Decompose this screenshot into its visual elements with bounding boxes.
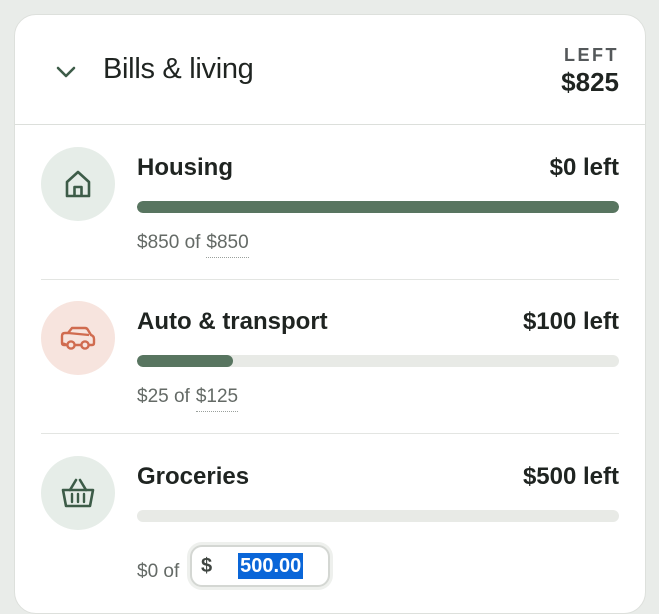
- category-row-groceries[interactable]: Groceries $500 left $0 of $ 500.00: [15, 435, 645, 589]
- budget-amount[interactable]: $850: [206, 232, 249, 258]
- category-name: Housing: [137, 154, 233, 181]
- currency-symbol: $: [201, 554, 213, 577]
- spent-amount: $0: [137, 561, 159, 582]
- row-divider: [41, 433, 619, 434]
- of-label: of: [184, 232, 201, 253]
- progress-bar: [137, 355, 619, 367]
- spent-amount: $850: [137, 232, 180, 253]
- auto-icon-badge: [41, 301, 115, 375]
- category-name: Auto & transport: [137, 308, 328, 335]
- housing-icon-badge: [41, 147, 115, 221]
- progress-bar: [137, 510, 619, 522]
- budget-amount-input[interactable]: $ 500.00: [190, 545, 330, 587]
- category-row-auto-transport[interactable]: Auto & transport $100 left $25 of $125: [15, 280, 645, 434]
- category-row-housing[interactable]: Housing $0 left $850 of $850: [15, 126, 645, 280]
- category-name: Groceries: [137, 463, 250, 490]
- car-icon: [60, 326, 96, 350]
- basket-icon: [61, 478, 95, 508]
- category-left: $100 left: [522, 308, 619, 335]
- category-amounts: $25 of $125: [137, 386, 239, 412]
- progress-bar: [137, 201, 619, 213]
- budget-amount[interactable]: $125: [195, 386, 239, 412]
- of-label: of: [163, 561, 180, 582]
- chevron-down-icon[interactable]: [53, 59, 79, 85]
- budget-group-card: Bills & living LEFT $825 Housing $0 left…: [14, 14, 646, 614]
- group-title: Bills & living: [103, 53, 254, 85]
- group-left-label: LEFT: [564, 45, 619, 65]
- groceries-icon-badge: [41, 456, 115, 530]
- category-amounts: $0 of: [137, 561, 179, 583]
- category-amounts: $850 of $850: [137, 232, 249, 258]
- group-left-amount: $825: [561, 67, 619, 97]
- of-label: of: [173, 386, 190, 407]
- category-left: $0 left: [549, 154, 619, 181]
- progress-fill: [137, 355, 234, 367]
- progress-fill: [137, 201, 619, 213]
- house-icon: [65, 170, 91, 198]
- category-left: $500 left: [522, 463, 619, 490]
- spent-amount: $25: [137, 386, 169, 407]
- budget-input-value[interactable]: 500.00: [238, 553, 304, 579]
- group-header[interactable]: Bills & living LEFT $825: [15, 15, 645, 125]
